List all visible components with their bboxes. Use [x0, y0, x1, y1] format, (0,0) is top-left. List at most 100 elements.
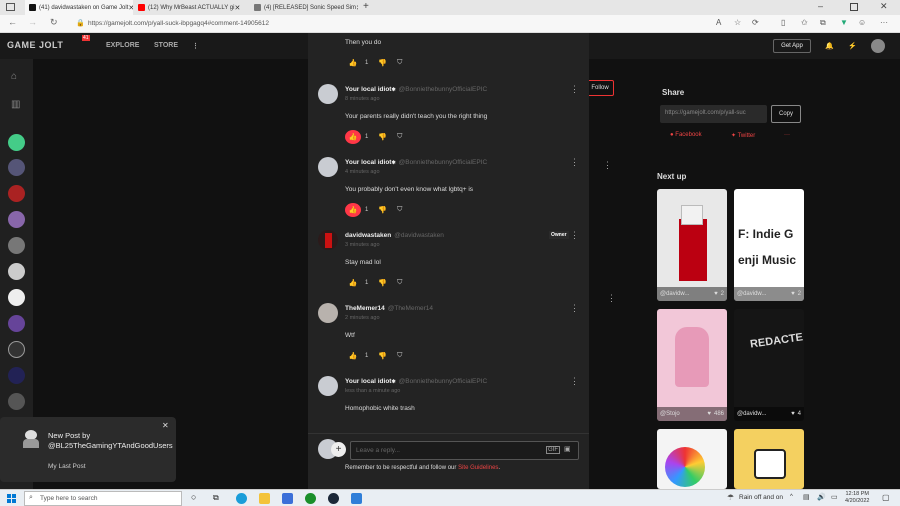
mail-app-icon[interactable]: [351, 493, 362, 504]
close-tab-icon[interactable]: ✕: [356, 4, 358, 12]
menu-icon[interactable]: ···: [880, 18, 888, 27]
community-icon[interactable]: [8, 211, 25, 228]
comment-options-icon[interactable]: ⋮: [607, 293, 616, 304]
steam-app-icon[interactable]: [328, 493, 339, 504]
community-icon[interactable]: [8, 289, 25, 306]
refresh-page-icon[interactable]: ⟳: [752, 18, 759, 27]
comment-author[interactable]: TheMemer14 @TheMemer14: [345, 305, 433, 312]
like-button[interactable]: 👍: [345, 56, 361, 70]
dislike-button[interactable]: 👎: [378, 133, 387, 141]
comment-more-icon[interactable]: ⋮: [570, 85, 579, 94]
like-button[interactable]: 👍: [345, 349, 361, 363]
store-app-icon[interactable]: [282, 493, 293, 504]
more-share-icon[interactable]: ···: [784, 132, 790, 138]
reply-icon[interactable]: ⛉: [397, 352, 402, 360]
reply-input[interactable]: Leave a reply...: [350, 441, 579, 460]
battery-icon[interactable]: ▭: [831, 493, 838, 501]
comment-author[interactable]: Your local idiot✱ @BonniethebunnyOfficial…: [345, 86, 487, 93]
refresh-icon[interactable]: ↻: [50, 17, 58, 28]
read-aloud-icon[interactable]: A: [716, 18, 721, 27]
minimize-button[interactable]: –: [818, 1, 823, 11]
collections-icon[interactable]: ⧉: [820, 18, 826, 28]
reply-icon[interactable]: ⛉: [397, 279, 402, 287]
dislike-button[interactable]: 👎: [378, 279, 387, 287]
library-icon[interactable]: ▥: [11, 99, 20, 110]
network-icon[interactable]: ▤: [803, 493, 810, 501]
community-icon[interactable]: [8, 367, 25, 384]
user-avatar[interactable]: [871, 39, 885, 53]
comment-more-icon[interactable]: ⋮: [570, 158, 579, 167]
weather-text[interactable]: Rain off and on: [739, 494, 783, 501]
gif-icon[interactable]: GIF: [546, 446, 560, 454]
home-icon[interactable]: ⌂: [11, 71, 17, 82]
browser-tab-1[interactable]: (41) davidwastaken on Game Jolt ✕: [25, 0, 133, 15]
forward-icon[interactable]: →: [28, 17, 37, 27]
community-icon[interactable]: [8, 134, 25, 151]
comment-author[interactable]: davidwastaken @davidwastaken: [345, 232, 444, 239]
windows-start-icon[interactable]: [7, 494, 16, 503]
comment-more-icon[interactable]: ⋮: [570, 377, 579, 386]
next-up-card[interactable]: [734, 429, 804, 489]
new-tab-button[interactable]: +: [363, 1, 369, 12]
activity-icon[interactable]: ⚡: [848, 42, 857, 50]
xbox-app-icon[interactable]: [305, 493, 316, 504]
like-button[interactable]: 👍: [345, 130, 361, 144]
site-guidelines-link[interactable]: Site Guidelines: [458, 465, 498, 471]
split-screen-icon[interactable]: ▯: [781, 18, 785, 27]
close-icon[interactable]: ✕: [162, 421, 169, 430]
image-icon[interactable]: ▣: [564, 445, 571, 453]
edge-app-icon[interactable]: [236, 493, 247, 504]
get-app-button[interactable]: Get App: [773, 39, 811, 53]
cortana-icon[interactable]: ○: [191, 492, 196, 502]
reply-icon[interactable]: ⛉: [397, 206, 402, 214]
copy-button[interactable]: Copy: [771, 105, 801, 123]
like-button[interactable]: 👍: [345, 276, 361, 290]
community-icon[interactable]: [8, 341, 25, 358]
back-icon[interactable]: ←: [8, 17, 17, 27]
file-explorer-icon[interactable]: [259, 493, 270, 504]
notification-toast[interactable]: New Post by @BL25TheGamingYTAndGoodUsers…: [0, 417, 176, 482]
next-up-card[interactable]: [657, 429, 727, 489]
volume-icon[interactable]: 🔊: [817, 493, 826, 501]
close-window-button[interactable]: ✕: [880, 1, 888, 12]
avatar[interactable]: [318, 84, 338, 104]
comment-more-icon[interactable]: ⋮: [570, 304, 579, 313]
avatar[interactable]: [318, 230, 338, 250]
notification-center-icon[interactable]: ▢: [882, 493, 890, 502]
add-attachment-button[interactable]: +: [331, 442, 346, 457]
notifications-bell-icon[interactable]: 🔔: [825, 42, 834, 50]
nav-explore[interactable]: EXPLORE: [106, 42, 139, 49]
avatar[interactable]: [318, 157, 338, 177]
taskbar-search[interactable]: ⌕ Type here to search: [24, 491, 182, 506]
browser-tab-3[interactable]: (4) [RELEASED] Sonic Speed Sim ✕: [250, 0, 358, 15]
taskbar-clock[interactable]: 12:18 PM 4/20/2022: [845, 491, 869, 505]
community-icon[interactable]: [8, 159, 25, 176]
gamejolt-logo[interactable]: GAME JOLT: [7, 40, 63, 50]
favorites-icon[interactable]: ✩: [801, 18, 808, 27]
dislike-button[interactable]: 👎: [378, 352, 387, 360]
post-options-icon[interactable]: ⋮: [603, 160, 612, 171]
community-icon[interactable]: [8, 237, 25, 254]
url-field[interactable]: 🔒 https://gamejolt.com/p/yall-suck-ibpga…: [72, 17, 692, 30]
community-icon[interactable]: [8, 315, 25, 332]
more-icon[interactable]: ⋮: [192, 42, 199, 50]
extension-icon[interactable]: ▼: [840, 18, 848, 27]
nav-store[interactable]: STORE: [154, 42, 178, 49]
dislike-button[interactable]: 👎: [378, 59, 387, 67]
facebook-share-link[interactable]: ● Facebook: [670, 132, 702, 138]
community-icon[interactable]: [8, 263, 25, 280]
tab-actions-icon[interactable]: [6, 3, 15, 11]
follow-button[interactable]: Follow: [586, 80, 614, 96]
dislike-button[interactable]: 👎: [378, 206, 387, 214]
profile-icon[interactable]: ☺: [858, 18, 866, 27]
task-view-icon[interactable]: ⧉: [213, 493, 219, 503]
comment-author[interactable]: Your local idiot✱ @BonniethebunnyOfficial…: [345, 159, 487, 166]
share-url-field[interactable]: https://gamejolt.com/p/yall-suc: [660, 105, 767, 123]
comment-more-icon[interactable]: ⋮: [570, 231, 579, 240]
comment-author[interactable]: Your local idiot✱ @BonniethebunnyOfficial…: [345, 378, 487, 385]
next-up-card[interactable]: @davidw... ♥ 2: [657, 189, 727, 301]
reply-icon[interactable]: ⛉: [397, 59, 402, 67]
community-icon[interactable]: [8, 185, 25, 202]
next-up-card[interactable]: REDACTE @davidw... ♥ 4: [734, 309, 804, 421]
twitter-share-link[interactable]: ✦ Twitter: [731, 132, 755, 139]
